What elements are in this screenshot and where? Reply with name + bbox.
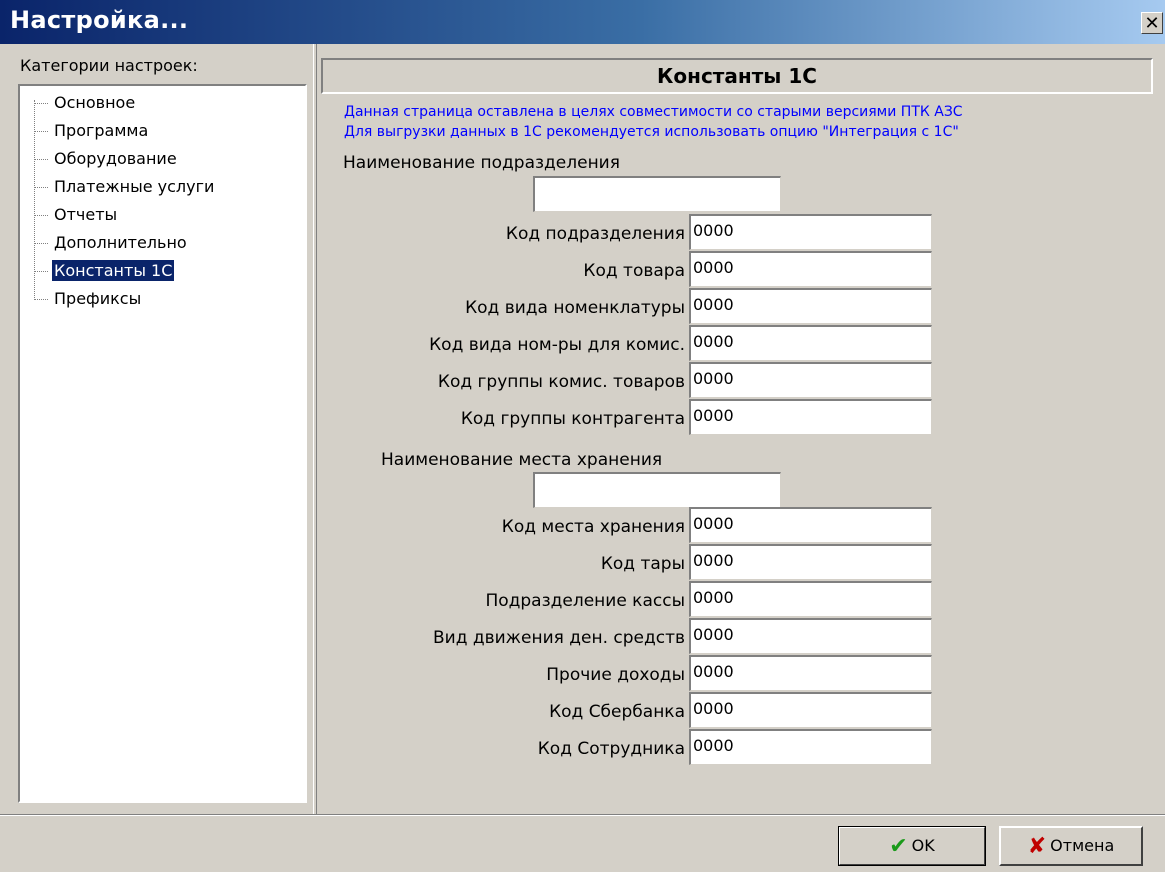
storage-name-input[interactable]	[533, 472, 781, 508]
cancel-button[interactable]: ✘ Отмена	[999, 826, 1143, 866]
contractor-group-code-input[interactable]: 0000	[689, 399, 932, 435]
container-code-input[interactable]: 0000	[689, 544, 932, 580]
division-name-label: Наименование подразделения	[343, 153, 620, 173]
product-code-label: Код товара	[583, 261, 685, 281]
employee-code-input[interactable]: 0000	[689, 729, 932, 765]
cancel-button-label: Отмена	[1050, 836, 1115, 855]
tree-item-oborudovanie[interactable]: Оборудование	[34, 146, 179, 172]
tree-item-label: Основное	[54, 93, 136, 112]
storage-name-label: Наименование места хранения	[381, 450, 663, 470]
panel-header: Константы 1С	[321, 58, 1153, 94]
info-text-line1: Данная страница оставлена в целях совмес…	[344, 104, 963, 120]
cash-division-input[interactable]: 0000	[689, 581, 932, 617]
tree-item-dopolnitelno[interactable]: Дополнительно	[34, 230, 189, 256]
tree-item-label: Префиксы	[54, 289, 142, 308]
tree-item-konstanty-1c[interactable]: Константы 1С	[34, 258, 175, 284]
commission-nomenclature-code-label: Код вида ном-ры для комис.	[429, 335, 685, 355]
tree-item-label: Программа	[54, 121, 149, 140]
sberbank-code-label: Код Сбербанка	[549, 702, 685, 722]
nomenclature-type-code-input[interactable]: 0000	[689, 288, 932, 324]
commission-goods-group-code-label: Код группы комис. товаров	[437, 372, 685, 392]
nomenclature-type-code-label: Код вида номенклатуры	[465, 298, 685, 318]
division-code-label: Код подразделения	[505, 224, 685, 244]
cross-icon: ✘	[1027, 833, 1047, 859]
other-income-label: Прочие доходы	[546, 665, 685, 685]
tree-item-label: Дополнительно	[54, 233, 187, 252]
ok-button-label: OK	[911, 836, 935, 855]
other-income-input[interactable]: 0000	[689, 655, 932, 691]
panel-splitter[interactable]	[313, 44, 317, 814]
tree-item-label: Платежные услуги	[54, 177, 215, 196]
commission-goods-group-code-input[interactable]: 0000	[689, 362, 932, 398]
division-name-input[interactable]	[533, 176, 781, 212]
storage-code-label: Код места хранения	[501, 517, 685, 537]
tree-item-label: Константы 1С	[52, 260, 175, 281]
product-code-input[interactable]: 0000	[689, 251, 932, 287]
tree-item-prefiksy[interactable]: Префиксы	[34, 286, 143, 312]
checkmark-icon: ✔	[889, 833, 908, 859]
employee-code-label: Код Сотрудника	[537, 739, 685, 759]
sberbank-code-input[interactable]: 0000	[689, 692, 932, 728]
commission-nomenclature-code-input[interactable]: 0000	[689, 325, 932, 361]
cash-flow-type-label: Вид движения ден. средств	[432, 628, 685, 648]
container-code-label: Код тары	[600, 554, 685, 574]
categories-label: Категории настроек:	[20, 56, 198, 75]
ok-button[interactable]: ✔ OK	[838, 826, 986, 866]
cash-flow-type-input[interactable]: 0000	[689, 618, 932, 654]
tree-item-otchety[interactable]: Отчеты	[34, 202, 119, 228]
title-bar: Настройка... ✕	[0, 0, 1165, 44]
cash-division-label: Подразделение кассы	[485, 591, 685, 611]
panel-title: Константы 1С	[657, 64, 817, 88]
window-title: Настройка...	[10, 6, 189, 34]
info-text-line2: Для выгрузки данных в 1С рекомендуется и…	[344, 124, 959, 140]
tree-item-label: Оборудование	[54, 149, 177, 168]
storage-code-input[interactable]: 0000	[689, 507, 932, 543]
tree-item-programma[interactable]: Программа	[34, 118, 150, 144]
contractor-group-code-label: Код группы контрагента	[460, 409, 685, 429]
tree-item-label: Отчеты	[54, 205, 118, 224]
bottom-separator	[0, 814, 1165, 816]
close-icon[interactable]: ✕	[1141, 12, 1163, 34]
division-code-input[interactable]: 0000	[689, 214, 932, 250]
categories-tree[interactable]: Основное Программа Оборудование Платежны…	[18, 84, 307, 803]
tree-item-platezhnye-uslugi[interactable]: Платежные услуги	[34, 174, 216, 200]
tree-item-osnovnoe[interactable]: Основное	[34, 90, 137, 116]
